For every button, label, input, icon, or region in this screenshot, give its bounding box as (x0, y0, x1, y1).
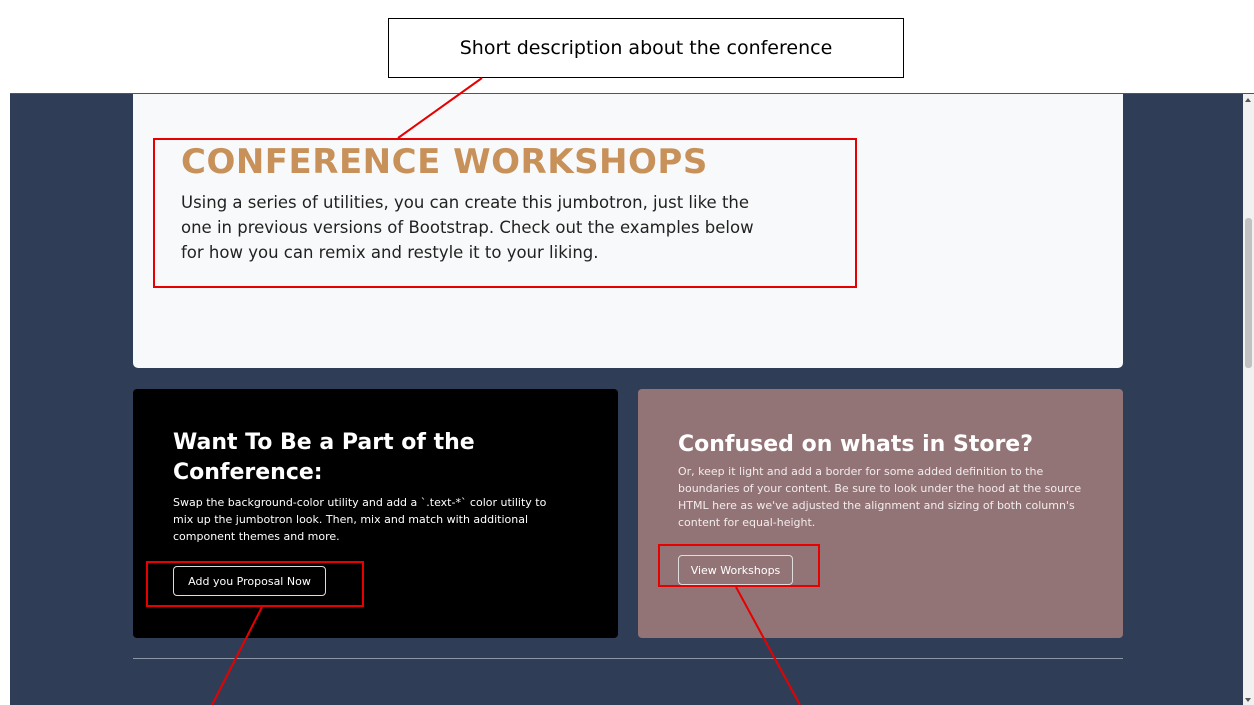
workshops-card: Confused on whats in Store? Or, keep it … (638, 389, 1123, 638)
annotation-callout-text: Short description about the conference (459, 37, 833, 59)
annotation-callout: Short description about the conference (388, 18, 904, 78)
workshops-card-title: Confused on whats in Store? (678, 432, 1033, 457)
annotation-frame-proposal-button (146, 561, 364, 607)
proposal-card-title: Want To Be a Part of the Conference: (173, 430, 475, 485)
scroll-up-arrow-icon[interactable] (1245, 98, 1251, 102)
annotation-frame-jumbotron (153, 138, 857, 288)
section-divider (133, 658, 1123, 659)
scroll-down-arrow-icon[interactable] (1245, 698, 1251, 702)
proposal-card-text: Swap the background-color utility and ad… (173, 496, 547, 543)
annotation-frame-workshops-button (658, 544, 820, 587)
workshops-card-text: Or, keep it light and add a border for s… (678, 465, 1082, 529)
scrollbar-thumb[interactable] (1245, 218, 1252, 368)
vertical-scrollbar[interactable] (1243, 94, 1254, 705)
screenshot-stage: Short description about the conference C… (0, 0, 1254, 705)
